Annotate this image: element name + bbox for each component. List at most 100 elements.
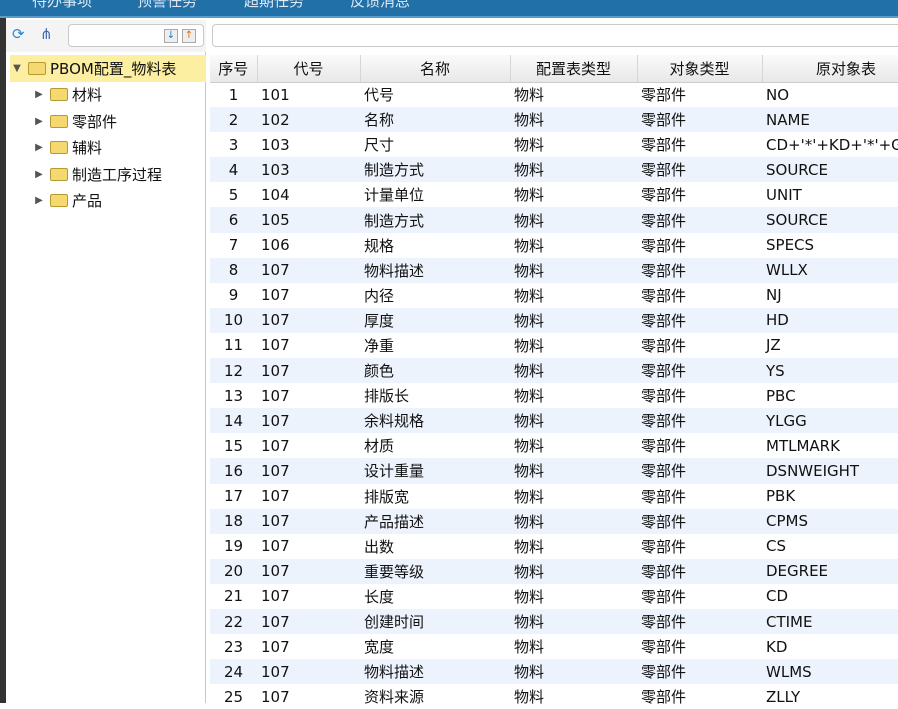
table-cell: 8 [210,257,257,283]
table-cell: 零部件 [637,107,762,133]
table-cell: 物料 [510,157,637,183]
table-row[interactable]: 3 103 尺寸 物料 零部件 CD+'*'+KD+'*'+GD [210,132,898,157]
table-row[interactable]: 18 107 产品描述 物料 零部件 CPMS [210,508,898,534]
collapsed-icon[interactable]: ▶ [32,116,46,127]
tree-node-label: 辅料 [72,139,103,158]
table-cell: 零部件 [641,86,687,105]
table-cell: ZLLY [766,687,801,706]
nav-todo[interactable]: 待办事项 [32,0,92,11]
table-row[interactable]: 8 107 物料描述 物料 零部件 WLLX [210,257,898,283]
refresh-icon[interactable]: ⟳ [12,25,25,43]
table-cell: 零部件 [641,437,687,456]
collapsed-icon[interactable]: ▶ [32,142,46,153]
tree-node-label: 材料 [72,86,103,105]
table-cell: 107 [257,508,360,534]
tree-panel: ⟳ ⋔ ↓ ↑ ▼ PBOM配置_物料表 ▶ 材料 ▶ 零部件 ▶ 辅料 ▶ 制造工序过程… [6,20,206,703]
table-cell: 4 [210,157,257,183]
tree-node[interactable]: ▶ 产品 [10,188,206,215]
table-cell: 物料 [514,136,545,155]
tree-node[interactable]: ▶ 制造工序过程 [10,161,206,188]
collapsed-icon[interactable]: ▶ [32,195,46,206]
tree-search-input[interactable]: ↓ ↑ [68,24,204,47]
table-cell: 计量单位 [364,186,425,205]
nav-warning[interactable]: 预警任务 [137,0,197,11]
nav-overdue[interactable]: 超期任务 [244,0,304,11]
table-row[interactable]: 1 101 代号 物料 零部件 NO [210,82,898,107]
table-cell: 物料 [510,307,637,333]
table-cell: 11 [223,336,244,355]
table-row[interactable]: 20 107 重要等级 物料 零部件 DEGREE [210,558,898,584]
table-row[interactable]: 24 107 物料描述 物料 零部件 WLMS [210,659,898,685]
table-cell: 物料 [514,336,545,355]
table-cell: 长度 [364,587,395,606]
column-header[interactable]: 代号 [257,55,361,83]
table-cell: CTIME [762,608,898,635]
table-cell: 1 [228,85,239,104]
table-cell: 104 [261,185,290,204]
table-row[interactable]: 21 107 长度 物料 零部件 CD [210,584,898,609]
table-row[interactable]: 25 107 资料来源 物料 零部件 ZLLY [210,684,898,709]
table-row[interactable]: 17 107 排版宽 物料 零部件 PBK [210,484,898,509]
column-header[interactable]: 配置表类型 [510,55,638,83]
collapsed-icon[interactable]: ▶ [32,89,46,100]
column-header[interactable]: 原对象表 [762,55,898,83]
column-header[interactable]: 序号 [210,55,258,83]
table-cell: 24 [210,659,257,685]
table-row[interactable]: 12 107 颜色 物料 零部件 YS [210,358,898,384]
table-row[interactable]: 23 107 宽度 物料 零部件 KD [210,634,898,659]
table-row[interactable]: 6 105 制造方式 物料 零部件 SOURCE [210,207,898,233]
table-row[interactable]: 9 107 内径 物料 零部件 NJ [210,283,898,308]
table-row[interactable]: 13 107 排版长 物料 零部件 PBC [210,383,898,408]
table-cell: 尺寸 [364,136,395,155]
table-cell: PBK [766,487,796,506]
table-row[interactable]: 16 107 设计重量 物料 零部件 DSNWEIGHT [210,458,898,484]
tree-node[interactable]: ▶ 材料 [10,82,206,109]
table-cell: 物料描述 [360,659,510,685]
table-row[interactable]: 5 104 计量单位 物料 零部件 UNIT [210,182,898,207]
tree-root[interactable]: ▼ PBOM配置_物料表 [10,55,206,82]
table-cell: 零部件 [637,307,762,333]
table-cell: NO [766,85,790,104]
next-down-icon[interactable]: ↓ [164,29,178,43]
table-row[interactable]: 2 102 名称 物料 零部件 NAME [210,107,898,133]
table-cell: 物料 [510,408,637,434]
table-cell: 颜色 [360,358,510,384]
table-cell: 物料 [510,107,637,133]
table-cell: 107 [257,458,360,484]
tree-node[interactable]: ▶ 零部件 [10,108,206,135]
nav-feedback[interactable]: 反馈消息 [350,0,410,11]
table-row[interactable]: 15 107 材质 物料 零部件 MTLMARK [210,433,898,458]
prev-up-icon[interactable]: ↑ [182,29,196,43]
table-cell: 零部件 [641,487,687,506]
table-cell: 19 [223,537,244,556]
table-cell: 107 [257,307,360,333]
table-cell: 重要等级 [360,558,510,584]
table-cell: 零部件 [637,508,762,534]
table-cell: 零部件 [641,236,687,255]
table-cell: WLMS [762,659,898,685]
table-cell: 13 [223,386,244,405]
table-cell: 107 [261,687,290,706]
table-row[interactable]: 19 107 出数 物料 零部件 CS [210,534,898,559]
column-header[interactable]: 对象类型 [637,55,763,83]
grid-toolbar-input[interactable] [212,24,898,47]
column-header[interactable]: 名称 [360,55,511,83]
tree-node[interactable]: ▶ 辅料 [10,135,206,162]
table-row[interactable]: 14 107 余料规格 物料 零部件 YLGG [210,408,898,434]
table-cell: 物料 [510,458,637,484]
table-row[interactable]: 7 106 规格 物料 零部件 SPECS [210,233,898,258]
table-row[interactable]: 11 107 净重 物料 零部件 JZ [210,333,898,358]
collapsed-icon[interactable]: ▶ [32,169,46,180]
tree-node-label: 零部件 [72,112,118,131]
table-cell: 102 [257,107,360,133]
table-row[interactable]: 10 107 厚度 物料 零部件 HD [210,307,898,333]
table-cell: 107 [261,286,290,305]
table-cell: 物料 [510,358,637,384]
table-cell: 零部件 [641,136,687,155]
hierarchy-icon[interactable]: ⋔ [40,25,53,43]
table-row[interactable]: 22 107 创建时间 物料 零部件 CTIME [210,608,898,635]
table-row[interactable]: 4 103 制造方式 物料 零部件 SOURCE [210,157,898,183]
table-cell: 107 [261,487,290,506]
table-cell: YS [762,358,898,384]
expanded-icon[interactable]: ▼ [10,63,24,74]
